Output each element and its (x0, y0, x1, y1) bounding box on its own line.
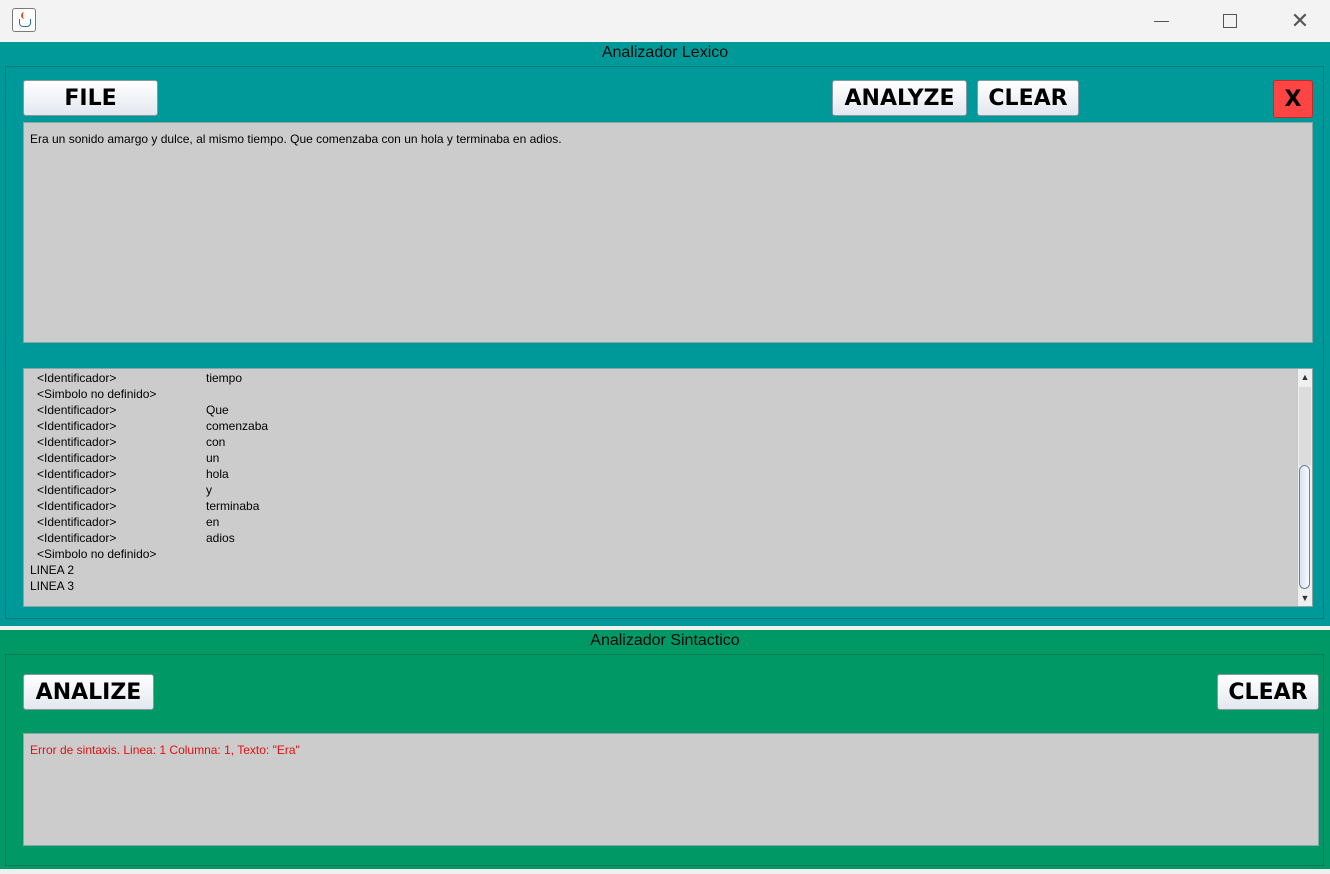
java-cup-icon (12, 8, 36, 32)
token-row: <Identificador> en (30, 514, 1230, 530)
analize-button[interactable]: ANALIZE (23, 674, 154, 710)
token-row: <Identificador> adios (30, 530, 1230, 546)
analyze-button[interactable]: ANALYZE (832, 80, 967, 116)
token-value: un (206, 451, 220, 465)
syntax-error-text: Error de sintaxis. Linea: 1 Columna: 1, … (30, 743, 300, 757)
token-row: <Identificador> comenzaba (30, 418, 1230, 434)
token-row: <Identificador> terminaba (30, 498, 1230, 514)
token-value: adios (206, 531, 235, 545)
file-button[interactable]: FILE (23, 80, 158, 116)
token-value: con (206, 435, 226, 449)
scroll-up-icon[interactable]: ▲ (1298, 370, 1312, 384)
token-type: <Identificador> (37, 371, 117, 385)
token-row: LINEA 3 (30, 578, 1230, 594)
token-output-area[interactable]: <Identificador> tiempo <Simbolo no definid… (23, 368, 1313, 607)
token-type: <Identificador> (37, 403, 117, 417)
token-row: <Identificador> Que (30, 402, 1230, 418)
lexico-clear-button[interactable]: CLEAR (977, 80, 1079, 116)
token-value: terminaba (206, 499, 260, 513)
window-title-bar: ✕ (0, 0, 1330, 42)
token-row: <Identificador> hola (30, 466, 1230, 482)
token-type: <Identificador> (37, 419, 117, 433)
scrollbar-thumb[interactable] (1299, 465, 1310, 589)
output-scrollbar[interactable]: ▲ ▼ (1297, 369, 1312, 606)
maximize-icon[interactable] (1207, 0, 1253, 42)
scroll-down-icon[interactable]: ▼ (1298, 591, 1312, 605)
token-row: <Identificador> con (30, 434, 1230, 450)
exit-button[interactable]: X (1273, 80, 1313, 118)
token-type: <Identificador> (37, 515, 117, 529)
token-type: <Simbolo no definido> (37, 547, 157, 561)
token-value: y (206, 483, 212, 497)
close-icon[interactable]: ✕ (1277, 0, 1323, 42)
minimize-icon[interactable] (1138, 0, 1184, 42)
sintactico-clear-button[interactable]: CLEAR (1217, 674, 1319, 710)
token-type: <Identificador> (37, 483, 117, 497)
token-value: comenzaba (206, 419, 269, 433)
token-row: <Identificador> un (30, 450, 1230, 466)
token-value: en (206, 515, 220, 529)
token-row: <Identificador> tiempo (30, 370, 1230, 386)
token-value: Que (206, 403, 229, 417)
token-type: LINEA 3 (30, 579, 75, 593)
token-value: hola (206, 467, 229, 481)
token-value: tiempo (206, 371, 243, 385)
token-type: <Identificador> (37, 531, 117, 545)
token-row: <Identificador> y (30, 482, 1230, 498)
token-list: <Identificador> tiempo <Simbolo no definid… (30, 370, 1230, 594)
lexico-title: Analizador Lexico (601, 44, 729, 61)
token-type: <Identificador> (37, 467, 117, 481)
scrollbar-track (1299, 387, 1311, 465)
token-row: <Simbolo no definido> (30, 386, 1230, 402)
token-type: LINEA 2 (30, 563, 75, 577)
token-type: <Identificador> (37, 499, 117, 513)
source-text-area[interactable]: Era un sonido amargo y dulce, al mismo t… (23, 122, 1313, 343)
token-type: <Simbolo no definido> (37, 387, 157, 401)
syntax-result-area[interactable]: Error de sintaxis. Linea: 1 Columna: 1, … (23, 733, 1319, 846)
token-row: LINEA 2 (30, 562, 1230, 578)
source-text: Era un sonido amargo y dulce, al mismo t… (30, 132, 562, 146)
token-type: <Identificador> (37, 451, 117, 465)
token-row: <Simbolo no definido> (30, 546, 1230, 562)
token-type: <Identificador> (37, 435, 117, 449)
sintactico-title: Analizador Sintactico (590, 632, 740, 649)
